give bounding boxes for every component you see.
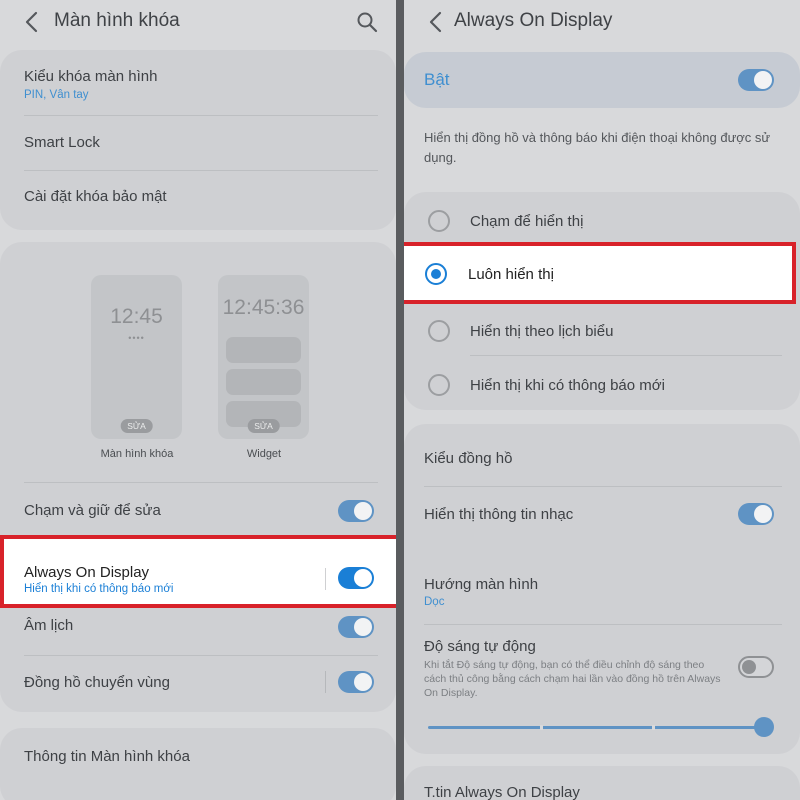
master-switch-label: Bật	[424, 70, 450, 89]
aod-info-title: T.tin Always On Display	[424, 784, 580, 800]
aod-highlight[interactable]: Always On Display Hiển thị khi có thông …	[0, 535, 396, 608]
separator	[325, 671, 326, 693]
preview-time: 12:45	[110, 305, 163, 328]
aod-title: Always On Display	[24, 564, 150, 581]
display-options-card: Hướng màn hình Dọc Độ sáng tự động Khi t…	[404, 556, 800, 754]
lock-type-title: Kiểu khóa màn hình	[24, 68, 158, 85]
divider	[24, 482, 378, 483]
aod-toggle[interactable]	[338, 567, 374, 589]
lock-info-item[interactable]: Thông tin Màn hình khóa	[24, 748, 378, 765]
aod-description: Hiển thị đồng hồ và thông báo khi điện t…	[424, 130, 771, 165]
page-title: Màn hình khóa	[54, 10, 180, 31]
smart-lock-title: Smart Lock	[24, 134, 100, 151]
lunar-calendar-toggle[interactable]	[338, 616, 374, 638]
aod-item[interactable]: Always On Display Hiển thị khi có thông …	[24, 564, 173, 595]
about-card: T.tin Always On Display	[404, 766, 800, 800]
lock-screen-settings: Màn hình khóa Kiểu khóa màn hình PIN, Vâ…	[0, 0, 396, 800]
music-info-title: Hiển thị thông tin nhạc	[424, 506, 574, 523]
widget-preview-label: Widget	[246, 448, 282, 460]
touch-hold-item[interactable]: Chạm và giữ để sửa	[24, 502, 378, 519]
top-app-bar: Always On Display	[404, 0, 800, 44]
style-card: 12:45 •••• SỬA Màn hình khóa 12:45:36 SỬ…	[0, 242, 396, 712]
radio-tap-to-show[interactable]	[428, 210, 450, 232]
back-arrow-icon[interactable]	[426, 10, 446, 34]
always-on-display-settings: Always On Display Bật Hiển thị đồng hồ v…	[404, 0, 800, 800]
divider	[470, 355, 782, 356]
info-card: Thông tin Màn hình khóa	[0, 728, 396, 800]
radio-new-notification[interactable]	[428, 374, 450, 396]
roaming-clock-toggle[interactable]	[338, 671, 374, 693]
toggle-knob	[754, 505, 772, 523]
option-always-show[interactable]: Luôn hiển thị	[468, 266, 554, 283]
widget-placeholder	[226, 337, 301, 363]
secure-lock-title: Cài đặt khóa bảo mật	[24, 188, 167, 205]
widget-preview[interactable]: 12:45:36 SỬA	[218, 275, 309, 439]
brightness-slider-handle[interactable]	[754, 717, 774, 737]
option-new-notification[interactable]: Hiển thị khi có thông báo mới	[470, 377, 665, 394]
radio-schedule[interactable]	[428, 320, 450, 342]
master-switch-card[interactable]: Bật	[404, 52, 800, 108]
toggle-knob	[754, 71, 772, 89]
divider	[24, 170, 378, 171]
auto-brightness-toggle[interactable]	[738, 656, 774, 678]
separator	[325, 568, 326, 590]
master-switch-toggle[interactable]	[738, 69, 774, 91]
clock-style-item[interactable]: Kiểu đồng hồ	[424, 450, 782, 467]
divider	[24, 655, 378, 656]
toggle-knob	[354, 673, 372, 691]
secure-lock-item[interactable]: Cài đặt khóa bảo mật	[24, 188, 378, 205]
always-show-highlight[interactable]: Luôn hiển thị	[404, 242, 796, 304]
toggle-knob	[742, 660, 756, 674]
radio-dot	[431, 269, 441, 279]
top-app-bar: Màn hình khóa	[0, 0, 396, 44]
touch-hold-toggle[interactable]	[338, 500, 374, 522]
lock-type-item[interactable]: Kiểu khóa màn hình PIN, Vân tay	[24, 68, 378, 101]
search-icon[interactable]	[356, 11, 378, 33]
aod-info-item[interactable]: T.tin Always On Display	[424, 784, 782, 800]
toggle-knob	[354, 569, 372, 587]
widget-preview-time: 12:45:36	[222, 296, 305, 319]
toggle-knob	[354, 618, 372, 636]
slider-tick	[652, 725, 655, 730]
edit-badge[interactable]: SỬA	[120, 419, 153, 433]
edit-badge[interactable]: SỬA	[247, 419, 280, 433]
brightness-slider[interactable]	[428, 717, 774, 737]
slider-tick	[540, 725, 543, 730]
option-tap-to-show[interactable]: Chạm để hiển thị	[470, 213, 583, 230]
touch-hold-title: Chạm và giữ để sửa	[24, 502, 161, 519]
music-info-item[interactable]: Hiển thị thông tin nhạc	[424, 506, 782, 523]
lunar-calendar-title: Âm lịch	[24, 617, 74, 634]
music-info-toggle[interactable]	[738, 503, 774, 525]
lunar-calendar-item[interactable]: Âm lịch	[24, 617, 378, 634]
lock-info-title: Thông tin Màn hình khóa	[24, 748, 190, 765]
radio-always-show[interactable]	[425, 263, 447, 285]
option-schedule[interactable]: Hiển thị theo lịch biểu	[470, 323, 613, 340]
auto-brightness-item[interactable]: Độ sáng tự động	[424, 638, 782, 655]
smart-lock-item[interactable]: Smart Lock	[24, 134, 378, 151]
toggle-knob	[354, 502, 372, 520]
back-arrow-icon[interactable]	[22, 10, 42, 34]
widget-placeholder	[226, 369, 301, 395]
orientation-value: Dọc	[424, 596, 445, 608]
lock-screen-preview[interactable]: 12:45 •••• SỬA	[91, 275, 182, 439]
clock-style-title: Kiểu đồng hồ	[424, 450, 513, 467]
divider	[424, 486, 782, 487]
orientation-title: Hướng màn hình	[424, 576, 539, 593]
auto-brightness-description: Khi tắt Độ sáng tự động, bạn có thể điều…	[424, 659, 721, 699]
lock-screen-preview-label: Màn hình khóa	[100, 448, 174, 460]
lock-type-value: PIN, Vân tay	[24, 89, 89, 101]
divider	[24, 115, 378, 116]
aod-status: Hiển thị khi có thông báo mới	[24, 583, 174, 595]
divider	[424, 624, 782, 625]
page-title: Always On Display	[454, 10, 613, 31]
security-card: Kiểu khóa màn hình PIN, Vân tay Smart Lo…	[0, 50, 396, 230]
auto-brightness-title: Độ sáng tự động	[424, 638, 536, 655]
orientation-item[interactable]: Hướng màn hình Dọc	[424, 576, 782, 608]
preview-shortcut-dots: ••••	[128, 333, 145, 343]
